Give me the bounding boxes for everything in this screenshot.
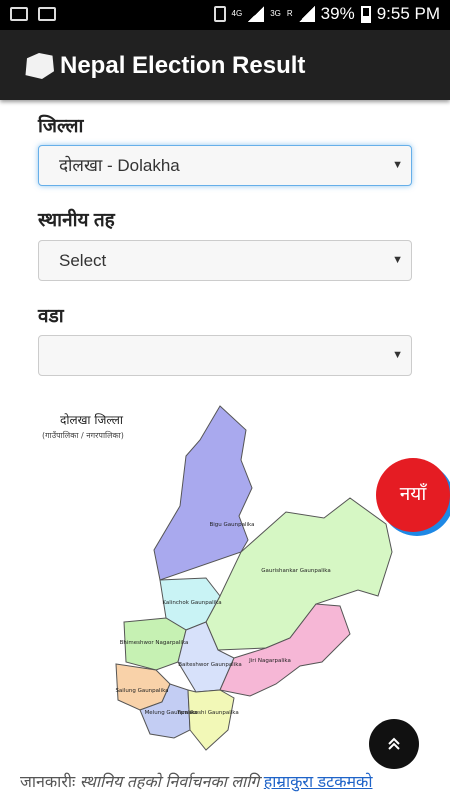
region-label-sailung: Sailung Gaunpalika [115, 688, 168, 694]
region-tamakoshi [187, 689, 235, 751]
local-level-label: स्थानीय तह [38, 210, 115, 231]
app-bar: Nepal Election Result [0, 30, 450, 100]
region-label-jiri: Jiri Nagarpalika [248, 658, 291, 664]
local-level-value: Select [59, 251, 107, 270]
net-4g-label: 4G [231, 9, 243, 18]
app-title: Nepal Election Result [60, 52, 306, 79]
new-fab-button[interactable]: नयाँ [376, 458, 450, 532]
map-subtitle: (गाउँपालिका / नगरपालिका) [42, 430, 124, 440]
ward-select[interactable]: ▼ [38, 335, 412, 376]
roaming-label: R [286, 9, 293, 18]
info-text: जानकारीः स्थानिय तहको निर्वाचनका लागि हा… [20, 770, 372, 792]
district-label: जिल्ला [38, 116, 84, 137]
district-map: दोलखा जिल्ला (गाउँपालिका / नगरपालिका) Bi… [42, 405, 393, 751]
image-icon [38, 7, 56, 21]
district-select[interactable]: दोलखा - Dolakha ▼ [38, 145, 412, 186]
region-label-gaurishankar: Gaurishankar Gaunpalika [261, 568, 331, 574]
battery-icon [360, 5, 371, 23]
caret-down-icon: ▼ [392, 159, 403, 171]
region-label-kalinchok: Kalinchok Gaunpalika [162, 600, 221, 606]
message-icon [10, 7, 28, 21]
scroll-top-button[interactable] [369, 719, 419, 769]
app-logo-icon [25, 53, 54, 79]
local-level-select[interactable]: Select ▼ [38, 240, 412, 281]
map-title: दोलखा जिल्ला [60, 413, 124, 427]
status-bar: 4G 3G R 39% 9:55 PM [0, 0, 450, 30]
clock: 9:55 PM [376, 4, 440, 23]
new-fab-label: नयाँ [399, 484, 427, 505]
district-value: दोलखा - Dolakha [59, 156, 180, 175]
region-label-baiteshwor: Baiteshwor Gaunpalika [178, 662, 241, 668]
battery-percent: 39% [320, 4, 355, 23]
signal-icon [248, 6, 265, 22]
region-bigu [153, 405, 253, 581]
double-chevron-up-icon [388, 737, 400, 750]
sim-icon [213, 6, 226, 22]
info-italic: स्थानिय तहको निर्वाचनका लागि [79, 774, 264, 791]
region-label-bhimeshwor: Bhimeshwor Nagarpalika [120, 640, 189, 646]
region-label-tamakoshi: Tamakoshi Gaunpalika [176, 710, 239, 716]
signal-icon-2 [298, 6, 315, 22]
net-3g-label: 3G [270, 9, 281, 18]
info-link[interactable]: हाम्राकुरा डटकमको [264, 774, 373, 791]
caret-down-icon: ▼ [392, 349, 403, 361]
region-label-bigu: Bigu Gaunpalika [209, 522, 254, 528]
ward-label: वडा [38, 306, 64, 327]
info-prefix: जानकारीः [20, 774, 80, 791]
caret-down-icon: ▼ [392, 254, 403, 266]
